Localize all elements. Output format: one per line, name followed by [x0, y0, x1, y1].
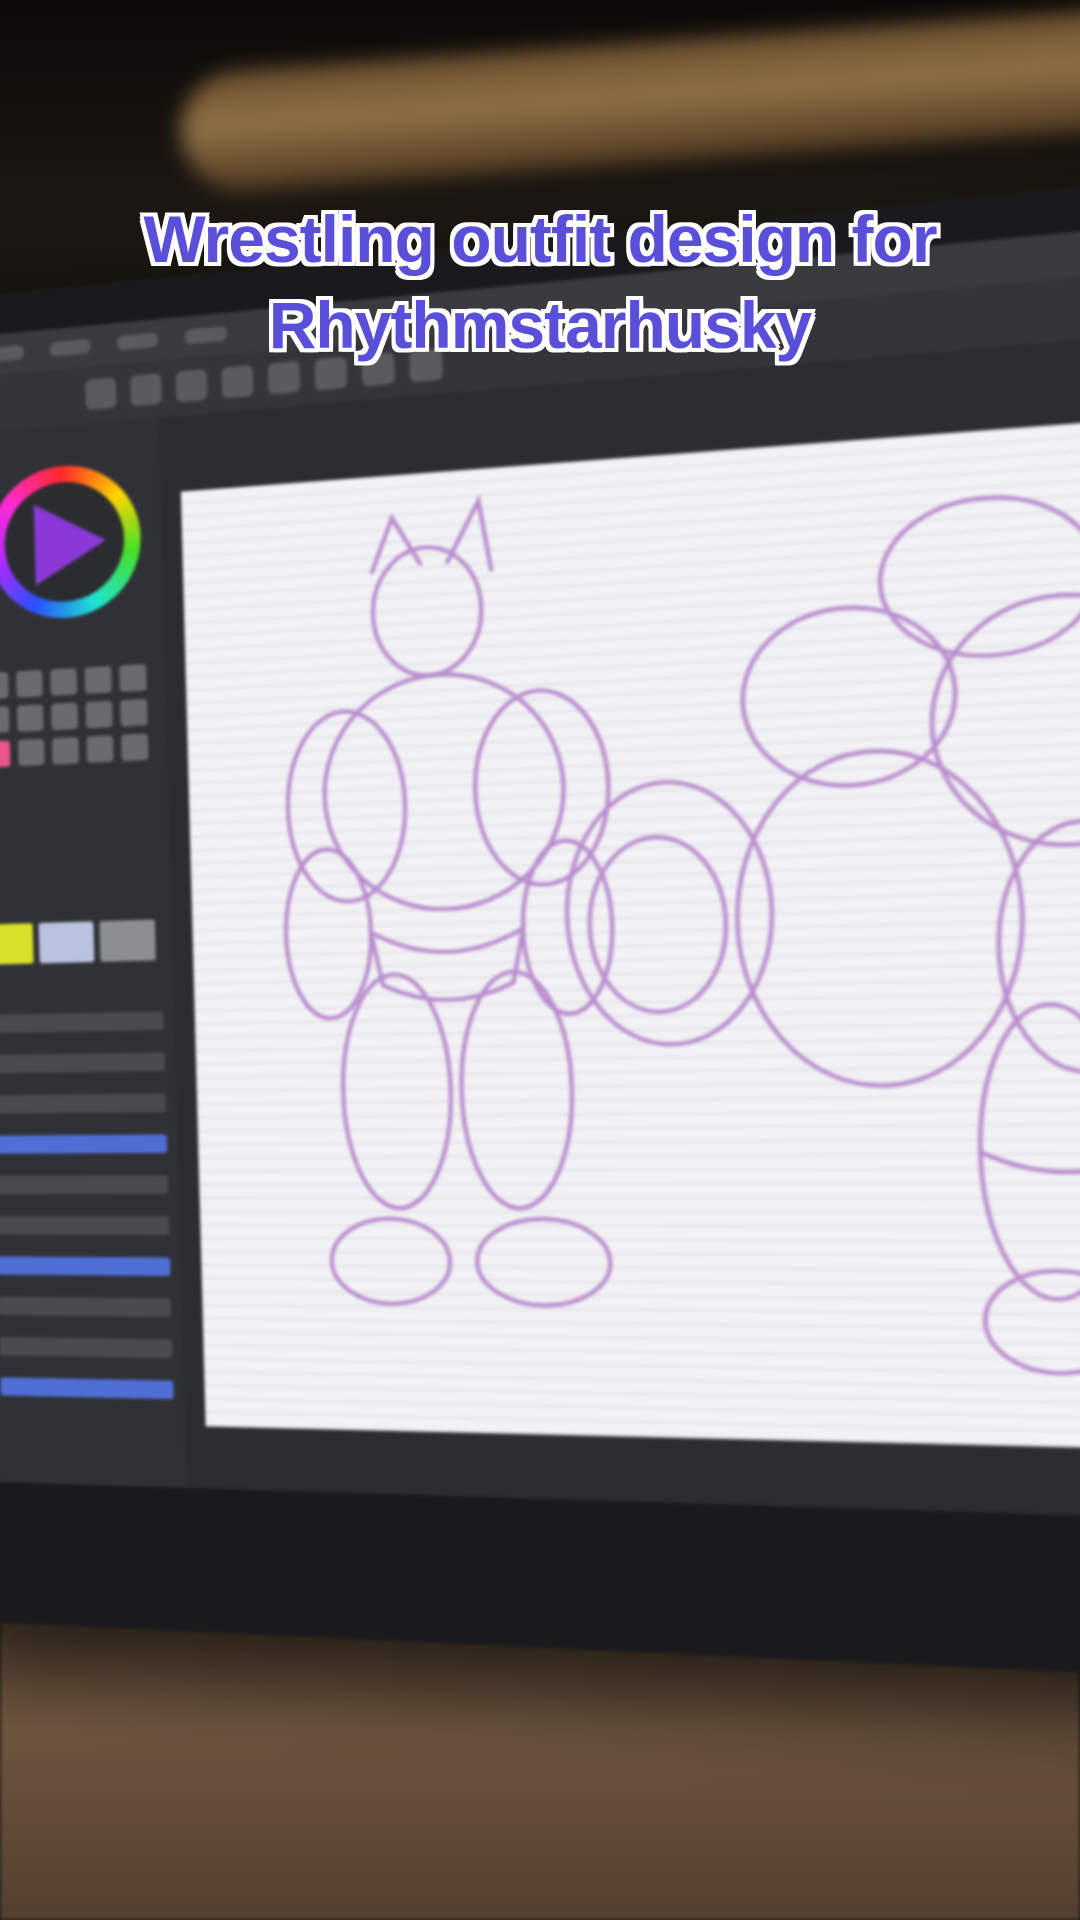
video-caption: Wrestling outfit design for Rhythmstarhu… — [0, 196, 1080, 368]
brush-size-slider[interactable] — [0, 1134, 168, 1154]
color-swatches — [0, 919, 156, 965]
left-tool-panel — [0, 417, 187, 1488]
swatch-yellow[interactable] — [0, 923, 34, 965]
tool-icon[interactable] — [0, 706, 10, 734]
tool-icon[interactable] — [50, 668, 78, 696]
toolbar-icon[interactable] — [85, 377, 117, 411]
tool-icon[interactable] — [0, 671, 9, 700]
property-row[interactable] — [0, 1337, 173, 1359]
property-row[interactable] — [0, 1216, 170, 1235]
toolbar-icon[interactable] — [221, 364, 254, 399]
tool-icon[interactable] — [86, 735, 114, 763]
tool-icon[interactable] — [85, 700, 113, 729]
property-row[interactable] — [0, 1052, 165, 1074]
swatch-gray[interactable] — [99, 919, 156, 962]
tool-grid — [0, 663, 157, 768]
tablet-screen — [0, 207, 1080, 1525]
tool-icon[interactable] — [16, 704, 44, 732]
drawing-tablet — [0, 159, 1080, 1688]
property-row[interactable] — [0, 1175, 169, 1195]
drawing-canvas[interactable] — [180, 403, 1080, 1455]
caption-line-1: Wrestling outfit design for — [143, 202, 937, 276]
tool-icon[interactable] — [51, 702, 79, 731]
color-wheel-icon[interactable] — [0, 459, 143, 623]
swatch-lightblue[interactable] — [38, 921, 95, 964]
caption-line-2: Rhythmstarhusky — [268, 288, 813, 362]
photo-scene: Wrestling outfit design for Rhythmstarhu… — [0, 0, 1080, 1920]
tool-properties — [0, 1011, 174, 1400]
property-row[interactable] — [0, 1296, 172, 1317]
tool-icon[interactable] — [51, 736, 79, 765]
opacity-slider[interactable] — [0, 1256, 171, 1276]
toolbar-icon[interactable] — [130, 373, 162, 407]
tool-icon[interactable] — [0, 740, 11, 768]
tool-icon[interactable] — [16, 669, 43, 698]
character-sketch — [181, 404, 1080, 1455]
toolbar-icon[interactable] — [175, 369, 208, 403]
tool-icon[interactable] — [121, 733, 149, 762]
tool-icon[interactable] — [119, 663, 147, 693]
stabilizer-slider[interactable] — [0, 1377, 174, 1400]
property-row[interactable] — [0, 1093, 167, 1114]
color-triangle-icon[interactable] — [33, 499, 107, 586]
tool-icon[interactable] — [17, 738, 45, 767]
property-row[interactable] — [0, 1011, 164, 1034]
color-wheel-center — [3, 477, 126, 606]
tool-icon[interactable] — [120, 698, 148, 727]
tool-icon[interactable] — [84, 665, 112, 694]
